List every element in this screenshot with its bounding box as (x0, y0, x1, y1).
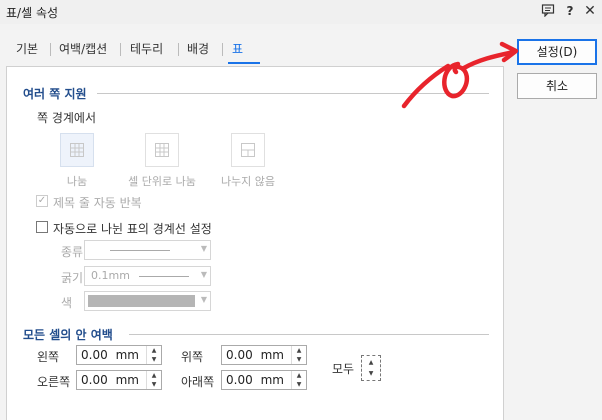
spin-up-icon[interactable]: ▲ (366, 358, 376, 368)
page-boundary-label: 쪽 경계에서 (37, 111, 97, 125)
tab-separator (120, 43, 121, 56)
line-thickness-value: 0.1mm (91, 269, 130, 282)
all-margin-label: 모두 (332, 362, 355, 376)
line-type-select[interactable]: ▼ (84, 240, 211, 260)
spin-up-icon[interactable]: ▲ (292, 346, 306, 355)
spin-down-icon[interactable]: ▼ (292, 380, 306, 389)
spin-down-icon[interactable]: ▼ (366, 369, 376, 379)
split-by-cell-option-button[interactable] (145, 133, 179, 167)
spin-up-icon[interactable]: ▲ (292, 371, 306, 380)
repeat-header-label: 제목 줄 자동 반복 (53, 196, 142, 210)
no-split-option-button[interactable] (231, 133, 265, 167)
tab-table[interactable]: 표 (232, 38, 243, 62)
window-title: 표/셀 속성 (6, 6, 59, 20)
multi-page-section-title: 여러 쪽 지원 (23, 87, 87, 101)
left-margin-input[interactable]: 0.00 mm ▲ ▼ (76, 345, 162, 365)
spin-down-icon[interactable]: ▼ (147, 380, 161, 389)
tab-margin-caption[interactable]: 여백/캡션 (59, 38, 107, 62)
comment-icon[interactable] (540, 3, 556, 19)
close-icon[interactable]: ✕ (582, 3, 598, 19)
spin-down-icon[interactable]: ▼ (147, 355, 161, 364)
table-no-split-icon (241, 143, 255, 157)
auto-split-border-label: 자동으로 나뉜 표의 경계선 설정 (53, 222, 212, 236)
line-type-label: 종류 (61, 245, 84, 259)
left-margin-label: 왼쪽 (37, 350, 60, 364)
tab-border[interactable]: 테두리 (130, 38, 163, 62)
repeat-header-checkbox[interactable]: ✓ (36, 195, 48, 207)
split-by-cell-option-label: 셀 단위로 나눔 (128, 175, 196, 188)
ok-button[interactable]: 설정(D) (517, 39, 597, 65)
tab-background[interactable]: 배경 (187, 38, 209, 62)
chevron-down-icon: ▼ (200, 295, 207, 304)
right-margin-input[interactable]: 0.00 mm ▲ ▼ (76, 370, 162, 390)
color-swatch (88, 295, 195, 307)
line-thickness-label: 굵기 (61, 271, 84, 285)
spin-up-icon[interactable]: ▲ (147, 371, 161, 380)
tab-separator (178, 43, 179, 56)
tab-separator (222, 43, 223, 56)
table-tab-panel: 여러 쪽 지원 쪽 경계에서 나눔 셀 단위로 나눔 나누지 않음 ✓ 제목 줄… (6, 66, 504, 420)
line-color-select[interactable]: ▼ (84, 291, 211, 311)
tab-basic[interactable]: 기본 (16, 38, 38, 62)
spin-down-icon[interactable]: ▼ (292, 355, 306, 364)
bottom-margin-label: 아래쪽 (181, 375, 215, 389)
right-margin-label: 오른쪽 (37, 375, 71, 389)
split-option-button[interactable] (60, 133, 94, 167)
title-bar: 표/셀 속성 ? ✕ (0, 0, 602, 24)
top-margin-label: 위쪽 (181, 350, 204, 364)
split-option-label: 나눔 (66, 175, 88, 188)
bottom-margin-input[interactable]: 0.00 mm ▲ ▼ (221, 370, 307, 390)
cell-margin-section-title: 모든 셀의 안 여백 (23, 328, 113, 342)
table-cell-split-icon (155, 143, 169, 157)
red-annotation-arrow (401, 41, 519, 109)
all-margin-spinner[interactable]: ▲ ▼ (361, 355, 381, 381)
tab-separator (50, 43, 51, 56)
top-margin-input[interactable]: 0.00 mm ▲ ▼ (221, 345, 307, 365)
no-split-option-label: 나누지 않음 (220, 175, 276, 188)
active-tab-indicator (228, 62, 260, 64)
table-split-icon (70, 143, 84, 157)
section-divider (129, 334, 489, 335)
cancel-button[interactable]: 취소 (517, 73, 597, 99)
chevron-down-icon: ▼ (200, 244, 207, 253)
line-color-label: 색 (61, 296, 73, 310)
spin-up-icon[interactable]: ▲ (147, 346, 161, 355)
chevron-down-icon: ▼ (200, 270, 207, 279)
auto-split-border-checkbox[interactable] (36, 221, 48, 233)
line-thickness-select[interactable]: 0.1mm ▼ (84, 266, 211, 286)
help-icon[interactable]: ? (562, 3, 578, 19)
